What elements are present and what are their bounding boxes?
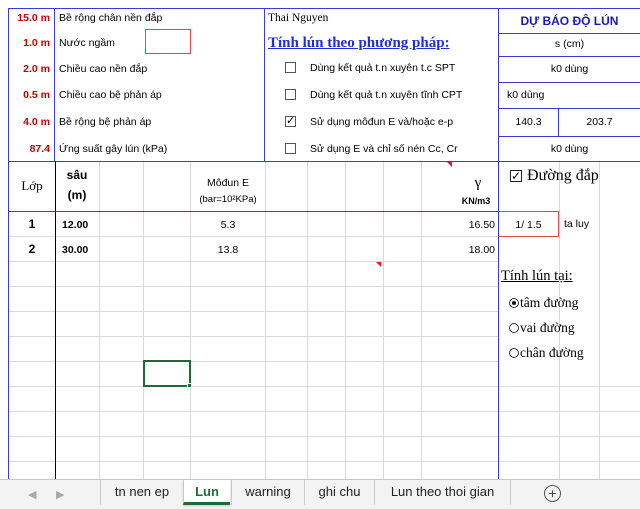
header-label: Chiều cao bệ phản áp: [59, 89, 162, 101]
comment-indicator: [447, 162, 452, 167]
groundwater-input[interactable]: [145, 29, 191, 54]
method-cpt-checkbox[interactable]: [285, 89, 296, 100]
method-cpt-label: Dùng kết quả t.n xuyên tĩnh CPT: [310, 89, 463, 101]
header-value[interactable]: 0.5 m: [10, 88, 50, 102]
tab-lun-theo-thoi-gian[interactable]: Lun theo thoi gian: [374, 480, 511, 505]
fill-handle[interactable]: [187, 383, 192, 388]
add-sheet-icon[interactable]: +: [544, 485, 561, 502]
option-toe-label: chân đường: [520, 345, 584, 360]
header-label: Bề rộng bệ phản áp: [59, 116, 152, 128]
header-label: Chiều cao nền đắp: [59, 63, 148, 75]
forecast-row-spt[interactable]: k0 dùng: [499, 62, 640, 76]
prev-sheet-icon[interactable]: ◀: [28, 488, 36, 501]
option-shoulder-label: vai đường: [520, 320, 575, 335]
layer-gamma[interactable]: 16.50: [459, 218, 495, 232]
tab-warning[interactable]: warning: [231, 480, 304, 505]
col-header-modulus: Môđun E: [206, 177, 250, 189]
method-title: Tính lún theo phương pháp:: [268, 35, 450, 51]
col-header-depth: sâu: [66, 168, 88, 182]
forecast-row-cpt[interactable]: k0 dùng: [507, 88, 544, 102]
layer-number[interactable]: 1: [10, 217, 54, 231]
embankment-checkbox[interactable]: ✓: [510, 170, 522, 182]
col-header-depth-unit: (m): [67, 188, 87, 202]
header-label: Nước ngầm: [59, 37, 115, 49]
header-label: Bề rộng chân nền đắp: [59, 12, 163, 24]
col-header-modulus-unit: (bar=10²KPa): [199, 194, 257, 205]
header-value[interactable]: 15.0 m: [10, 11, 50, 25]
tab-tn-nen-ep[interactable]: tn nen ep: [100, 480, 183, 505]
header-value[interactable]: 4.0 m: [10, 115, 50, 129]
col-header-gamma: γ: [474, 175, 482, 191]
forecast-value-b[interactable]: 203.7: [559, 115, 640, 129]
layer-modulus[interactable]: 5.3: [191, 218, 265, 232]
sheet-tab-bar: ◀ ▶ tn nen ep Lun warning ghi chu Lun th…: [0, 479, 640, 509]
forecast-row-cc[interactable]: k0 dùng: [499, 142, 640, 156]
col-header-layer: Lớp: [21, 178, 43, 193]
layer-modulus[interactable]: 13.8: [191, 243, 265, 257]
method-spt-checkbox[interactable]: [285, 62, 296, 73]
method-cc-checkbox[interactable]: [285, 143, 296, 154]
method-cc-label: Sử dụng E và chỉ số nén Cc, Cr: [310, 143, 458, 155]
settlement-at-title: Tính lún tại:: [501, 268, 573, 284]
option-shoulder-radio[interactable]: [509, 323, 519, 333]
comment-indicator: [376, 262, 381, 267]
forecast-title: DỰ BÁO ĐỘ LÚN: [520, 14, 619, 28]
layer-depth[interactable]: 12.00: [62, 218, 88, 232]
header-value[interactable]: 2.0 m: [10, 62, 50, 76]
layer-number[interactable]: 2: [10, 242, 54, 256]
method-modulus-label: Sử dụng môđun E và/hoặc e-p: [310, 116, 454, 128]
layer-gamma[interactable]: 18.00: [459, 243, 495, 257]
method-modulus-checkbox[interactable]: ✓: [285, 116, 296, 127]
tab-lun[interactable]: Lun: [183, 480, 230, 505]
forecast-value-a[interactable]: 140.3: [499, 115, 558, 129]
slope-label: ta luy: [564, 218, 590, 230]
location-text[interactable]: Thai Nguyen: [268, 11, 328, 25]
active-cell[interactable]: [143, 360, 191, 387]
layer-depth[interactable]: 30.00: [62, 243, 88, 257]
slope-value[interactable]: 1/ 1.5: [499, 218, 558, 232]
spreadsheet-grid[interactable]: 15.0 m Bề rộng chân nền đắp 1.0 m Nước n…: [0, 0, 640, 479]
col-header-gamma-unit: KN/m3: [461, 196, 491, 206]
embankment-label: Đường đắp: [527, 167, 599, 184]
method-spt-label: Dùng kết quả t.n xuyên t.c SPT: [310, 62, 456, 74]
option-center-label: tâm đường: [520, 295, 579, 310]
header-value[interactable]: 87.4: [10, 142, 50, 156]
tab-ghi-chu[interactable]: ghi chu: [304, 480, 374, 505]
next-sheet-icon[interactable]: ▶: [56, 488, 64, 501]
option-toe-radio[interactable]: [509, 348, 519, 358]
option-center-radio[interactable]: [509, 298, 519, 308]
forecast-unit: s (cm): [554, 38, 585, 50]
header-label: Ứng suất gây lún (kPa): [59, 143, 168, 155]
header-value[interactable]: 1.0 m: [10, 36, 50, 50]
